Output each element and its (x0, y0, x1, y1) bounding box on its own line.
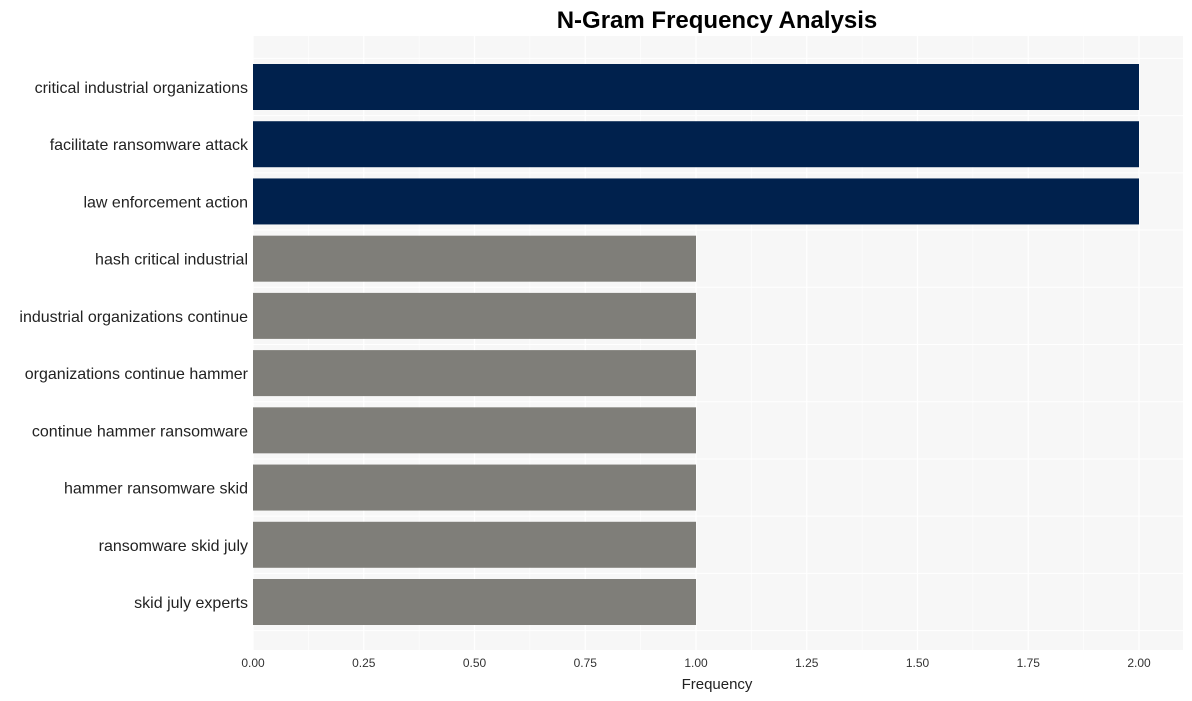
x-tick-label: 1.75 (1017, 656, 1041, 670)
y-tick-label: hash critical industrial (95, 252, 248, 269)
y-tick-label: organizations continue hammer (25, 366, 249, 383)
y-tick-label: skid july experts (134, 595, 248, 612)
y-axis-labels: critical industrial organizations facilit… (19, 80, 249, 612)
y-tick-label: critical industrial organizations (35, 80, 248, 97)
bar (253, 464, 696, 511)
y-tick-label: hammer ransomware skid (64, 481, 248, 498)
x-tick-label: 1.00 (684, 656, 708, 670)
y-tick-label: ransomware skid july (99, 538, 248, 555)
bar (253, 521, 696, 568)
bar (253, 350, 696, 397)
bar (253, 64, 1139, 110)
bar (253, 178, 1139, 225)
y-tick-label: industrial organizations continue (19, 309, 248, 326)
ngram-frequency-chart: critical industrial organizations facilit… (19, 7, 1183, 693)
x-tick-label: 0.00 (241, 656, 265, 670)
x-axis-ticks: 0.00 0.25 0.50 0.75 1.00 1.25 1.50 1.75 2.00 (241, 656, 1151, 670)
y-tick-label: continue hammer ransomware (32, 423, 248, 440)
bar (253, 292, 696, 339)
y-tick-label: law enforcement action (83, 194, 248, 211)
bar (253, 235, 696, 282)
y-tick-label: facilitate ransomware attack (50, 137, 249, 154)
x-tick-label: 1.50 (906, 656, 930, 670)
bar (253, 407, 696, 454)
x-tick-label: 0.25 (352, 656, 376, 670)
x-tick-label: 2.00 (1127, 656, 1151, 670)
x-tick-label: 1.25 (795, 656, 819, 670)
x-axis-title: Frequency (682, 676, 753, 693)
bar (253, 579, 696, 625)
bar (253, 121, 1139, 168)
chart-title: N-Gram Frequency Analysis (557, 7, 878, 34)
x-tick-label: 0.75 (574, 656, 598, 670)
x-tick-label: 0.50 (463, 656, 487, 670)
